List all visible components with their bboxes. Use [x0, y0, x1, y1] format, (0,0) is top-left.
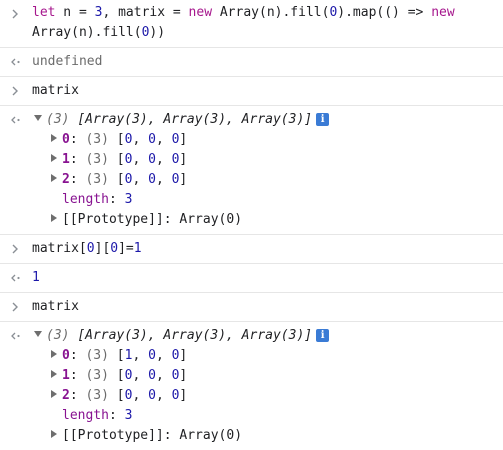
array-summary: [Array(3), Array(3), Array(3)]	[77, 328, 313, 343]
array-key: 1	[62, 152, 70, 167]
array-summary: [Array(3), Array(3), Array(3)]	[77, 112, 313, 127]
console-input-entry[interactable]: matrix[0][0]=1	[0, 235, 503, 264]
object-summary[interactable]: (3) [Array(3), Array(3), Array(3)] i	[32, 110, 503, 130]
code-text: ]=	[118, 241, 134, 256]
code-text: matrix	[32, 83, 79, 98]
info-icon[interactable]: i	[316, 113, 330, 126]
code-text: matrix[	[32, 241, 87, 256]
array-value: 0	[148, 152, 156, 167]
console-input-entry[interactable]: matrix	[0, 77, 503, 106]
code-line: let n = 3, matrix = new Array(n).fill(0)…	[32, 3, 503, 23]
collapsed-triangle-icon[interactable]	[48, 348, 60, 360]
array-count: (3)	[85, 388, 109, 403]
length-key: length	[62, 192, 109, 207]
collapsed-triangle-icon[interactable]	[48, 132, 60, 144]
prototype-value: Array(0)	[179, 212, 243, 227]
array-value: 0	[148, 388, 156, 403]
array-value: 0	[148, 348, 156, 363]
result-arrow-icon	[10, 52, 24, 72]
array-count: (3)	[85, 132, 109, 147]
array-value: 0	[148, 172, 156, 187]
console-object-entry: (3) [Array(3), Array(3), Array(3)] i 0: (…	[0, 322, 503, 450]
console-input-entry[interactable]: let n = 3, matrix = new Array(n).fill(0)…	[0, 0, 503, 48]
collapsed-triangle-icon[interactable]	[48, 388, 60, 400]
input-prompt-icon	[10, 239, 24, 259]
collapsed-triangle-icon[interactable]	[48, 212, 60, 224]
collapsed-triangle-icon[interactable]	[48, 368, 60, 380]
length-row: length: 3	[62, 408, 133, 423]
number-literal: 0	[86, 241, 95, 256]
array-key: 0	[62, 132, 70, 147]
keyword: let	[32, 5, 56, 20]
code-text: ).map(() =>	[337, 5, 432, 20]
code-text: Array(n).fill(	[32, 25, 142, 40]
keyword: new	[188, 5, 213, 20]
console-result-entry: 1	[0, 264, 503, 293]
array-value: 0	[148, 132, 156, 147]
object-summary[interactable]: (3) [Array(3), Array(3), Array(3)] i	[32, 326, 503, 346]
array-count: (3)	[46, 112, 70, 127]
array-key: 2	[62, 172, 70, 187]
array-count: (3)	[85, 152, 109, 167]
info-icon[interactable]: i	[316, 329, 330, 342]
collapsed-triangle-icon[interactable]	[48, 172, 60, 184]
result-value: undefined	[32, 54, 103, 69]
expanded-triangle-icon[interactable]	[32, 112, 44, 124]
console-input-entry[interactable]: matrix	[0, 293, 503, 322]
array-row[interactable]: 1: (3) [0, 0, 0]	[32, 366, 503, 386]
code-text: ][	[94, 241, 111, 256]
array-count: (3)	[85, 172, 109, 187]
devtools-console: let n = 3, matrix = new Array(n).fill(0)…	[0, 0, 503, 443]
input-prompt-icon	[10, 81, 24, 101]
length-key: length	[62, 408, 109, 423]
expanded-triangle-icon[interactable]	[32, 328, 44, 340]
array-row[interactable]: 2: (3) [0, 0, 0]	[32, 386, 503, 406]
console-object-entry: (3) [Array(3), Array(3), Array(3)] i 0: (…	[0, 106, 503, 235]
prototype-key: [[Prototype]]	[62, 212, 164, 227]
length-value: 3	[124, 192, 133, 207]
result-arrow-icon	[10, 268, 24, 288]
prototype-row[interactable]: [[Prototype]]: Array(0)	[32, 210, 503, 230]
number-literal: 1	[133, 241, 142, 256]
collapsed-triangle-icon[interactable]	[48, 152, 60, 164]
array-row[interactable]: 2: (3) [0, 0, 0]	[32, 170, 503, 190]
array-row[interactable]: 0: (3) [1, 0, 0]	[32, 346, 503, 366]
code-text: ))	[149, 25, 166, 40]
array-count: (3)	[46, 328, 70, 343]
array-key: 1	[62, 368, 70, 383]
length-value: 3	[124, 408, 133, 423]
array-key: 0	[62, 348, 70, 363]
number-literal: 0	[110, 241, 119, 256]
console-result-entry: undefined	[0, 48, 503, 77]
result-arrow-icon	[10, 110, 24, 130]
collapsed-triangle-icon[interactable]	[48, 428, 60, 440]
prototype-value: Array(0)	[179, 428, 243, 443]
input-prompt-icon	[10, 297, 24, 317]
code-text: matrix	[32, 299, 79, 314]
result-value: 1	[32, 270, 40, 285]
code-text: , matrix =	[102, 5, 189, 20]
code-text: Array(n).fill(	[212, 5, 330, 20]
keyword: new	[431, 5, 455, 20]
code-text: n =	[55, 5, 95, 20]
array-row[interactable]: 1: (3) [0, 0, 0]	[32, 150, 503, 170]
array-count: (3)	[85, 348, 109, 363]
length-row: length: 3	[62, 192, 133, 207]
prototype-row[interactable]: [[Prototype]]: Array(0)	[32, 426, 503, 446]
array-count: (3)	[85, 368, 109, 383]
array-row[interactable]: 0: (3) [0, 0, 0]	[32, 130, 503, 150]
input-prompt-icon	[10, 4, 24, 24]
array-value: 0	[148, 368, 156, 383]
array-key: 2	[62, 388, 70, 403]
prototype-key: [[Prototype]]	[62, 428, 164, 443]
code-line: Array(n).fill(0))	[32, 23, 503, 43]
result-arrow-icon	[10, 326, 24, 346]
